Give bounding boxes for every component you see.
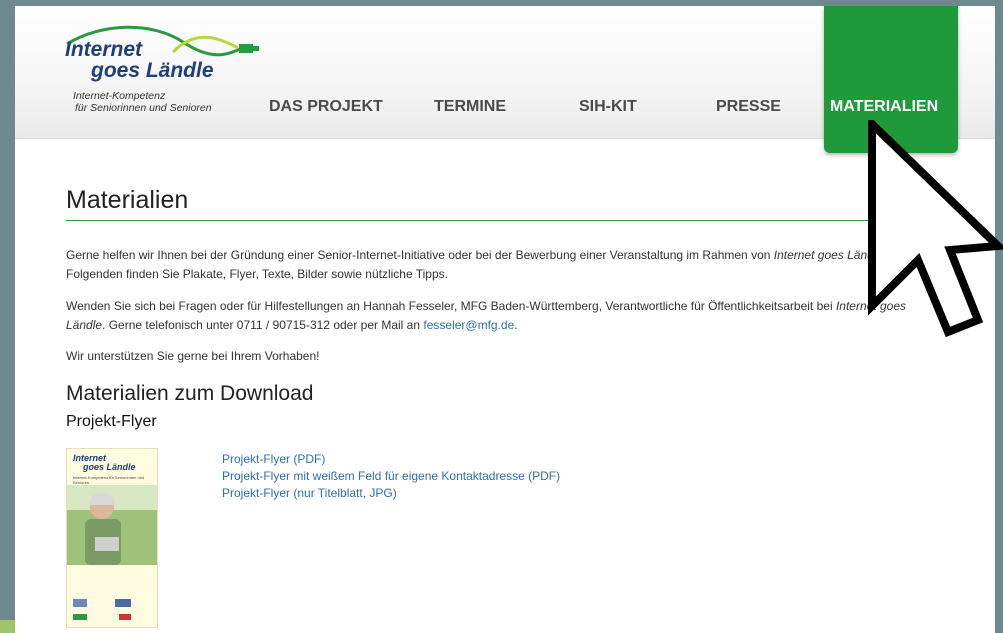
download-link-flyer-pdf[interactable]: Projekt-Flyer (PDF) xyxy=(222,452,325,466)
intro-paragraph: Gerne helfen wir Ihnen bei der Gründung … xyxy=(66,248,938,281)
flyer-heading: Projekt-Flyer xyxy=(66,413,157,430)
nav-item-materialien-label: MATERIALIEN xyxy=(830,98,939,115)
logo-subtitle-line2: für Seniorinnen und Senioren xyxy=(75,102,212,114)
cursor-pointer-icon xyxy=(868,120,1003,338)
download-heading: Materialien zum Download xyxy=(66,382,314,405)
support-paragraph: Wir unterstützen Sie gerne bei Ihrem Vor… xyxy=(66,349,320,363)
download-link-flyer-jpg[interactable]: Projekt-Flyer (nur Titelblatt, JPG) xyxy=(222,486,397,500)
nav-item-das-projekt[interactable]: DAS PROJEKT xyxy=(269,98,383,116)
title-divider xyxy=(66,220,946,221)
site-logo[interactable]: Internet goes Ländle Internet-Kompetenz … xyxy=(63,24,263,124)
nav-item-termine[interactable]: TERMINE xyxy=(434,98,506,116)
page-title: Materialien xyxy=(66,186,189,214)
nav-item-sih-kit[interactable]: SIH-KIT xyxy=(579,98,637,116)
logo-title-line2: goes Ländle xyxy=(91,59,214,82)
contact-paragraph: Wenden Sie sich bei Fragen oder für Hilf… xyxy=(66,299,907,332)
flyer-thumbnail[interactable]: Internet goes Ländle Internet-Kompetenz … xyxy=(66,448,158,628)
download-link-flyer-contact-pdf[interactable]: Projekt-Flyer mit weißem Feld für eigene… xyxy=(222,469,560,483)
web-page: Internet goes Ländle Internet-Kompetenz … xyxy=(15,6,995,633)
logo-subtitle-line1: Internet-Kompetenz xyxy=(73,90,166,102)
logo-title-line1: Internet xyxy=(65,38,143,61)
flyer-photo-icon xyxy=(67,485,157,620)
email-link[interactable]: fesseler@mfg.de xyxy=(423,318,514,332)
window-edge-strip xyxy=(0,620,15,633)
nav-item-presse[interactable]: PRESSE xyxy=(716,98,781,116)
